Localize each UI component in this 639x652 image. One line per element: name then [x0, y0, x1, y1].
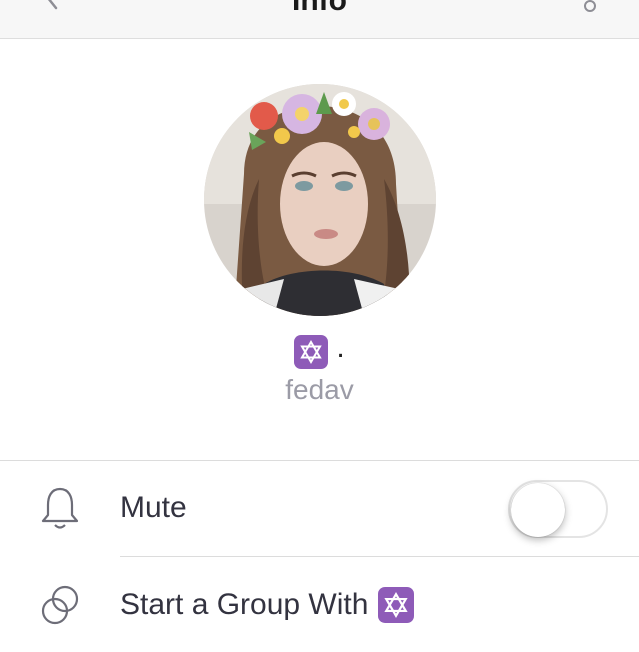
star-of-david-emoji	[294, 335, 329, 369]
toggle-knob[interactable]	[511, 483, 565, 537]
mute-row[interactable]: Mute	[0, 461, 639, 556]
mute-label: Mute	[120, 491, 187, 524]
start-group-label: Start a Group With	[120, 587, 415, 623]
mute-toggle[interactable]	[508, 480, 608, 538]
start-group-row[interactable]: Start a Group With	[0, 557, 639, 652]
username: fedav	[285, 374, 354, 405]
info-dot-icon[interactable]	[582, 0, 598, 16]
display-name: .	[0, 331, 639, 370]
page-title: Info	[292, 0, 347, 17]
display-name-text: .	[336, 331, 345, 364]
start-group-text: Start a Group With	[120, 588, 369, 621]
profile-avatar[interactable]	[204, 84, 436, 316]
bell-icon	[41, 487, 79, 529]
star-of-david-emoji	[378, 587, 415, 623]
navigation-bar: Info	[0, 0, 639, 39]
group-circles-icon	[41, 585, 79, 625]
